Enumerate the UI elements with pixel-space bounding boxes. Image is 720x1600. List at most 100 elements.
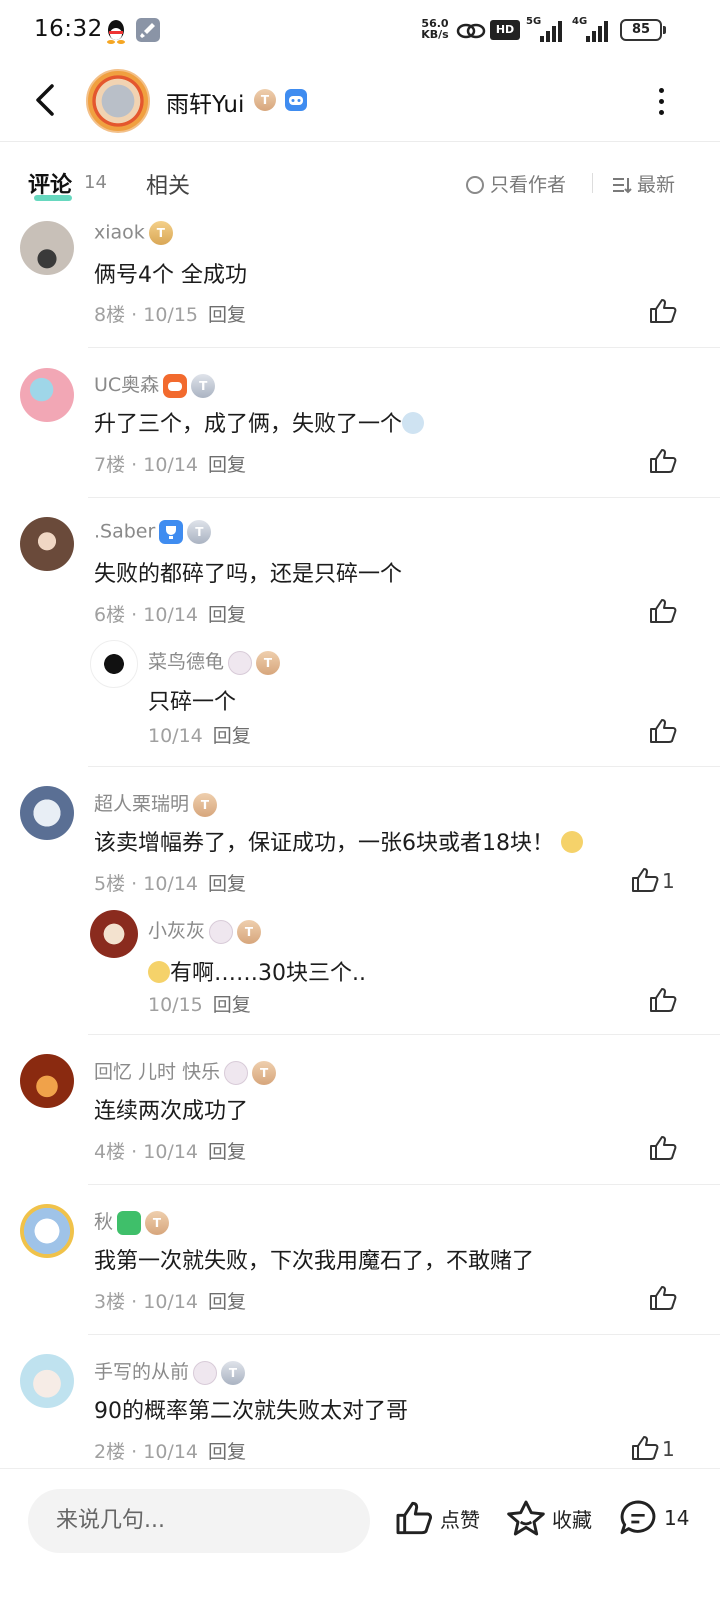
divider <box>88 347 720 348</box>
level-badge: T <box>145 1210 170 1235</box>
meta-separator: · <box>131 1291 138 1313</box>
reply-button[interactable]: 回复 <box>208 1441 246 1463</box>
reply-button[interactable]: 回复 <box>213 725 251 747</box>
reply-user-avatar[interactable] <box>90 910 138 958</box>
reply-date: 10/15 <box>148 994 203 1016</box>
reply-button[interactable]: 回复 <box>208 604 246 626</box>
post-header: 雨轩Yui T <box>0 62 720 142</box>
reply-date: 10/14 <box>148 725 203 747</box>
like-post-button[interactable]: 点赞 <box>394 1499 480 1537</box>
active-tab-indicator <box>34 195 72 201</box>
thumbs-up-icon[interactable] <box>648 1284 678 1312</box>
divider <box>88 1184 720 1185</box>
reply-button[interactable]: 回复 <box>208 873 246 895</box>
reply-meta: 10/15 回复 <box>148 990 251 1017</box>
cool-emoji-icon <box>561 831 583 853</box>
username-text: UC奥森 <box>94 374 160 396</box>
thumbs-up-icon[interactable] <box>648 986 678 1014</box>
comment-username[interactable]: .Saber T <box>94 520 212 544</box>
username-text: 菜鸟德龟 <box>148 651 225 673</box>
reply-username[interactable]: 菜鸟德龟 T <box>148 647 281 675</box>
level-badge: T <box>252 1060 277 1085</box>
level-badge: T <box>221 1360 246 1385</box>
floor-number: 5楼 <box>94 873 126 895</box>
reply-button[interactable]: 回复 <box>208 304 246 326</box>
bug-badge-icon <box>117 1210 142 1235</box>
reply-text: 只碎一个 <box>148 690 237 715</box>
reply-user-avatar[interactable] <box>90 640 138 688</box>
thumbs-up-icon[interactable] <box>648 717 678 745</box>
tab-related[interactable]: 相关 <box>146 168 190 200</box>
sort-icon <box>613 178 632 194</box>
user-avatar[interactable] <box>20 221 74 275</box>
back-arrow-icon[interactable] <box>26 80 66 120</box>
level-badge: T <box>191 373 216 398</box>
thumbs-up-icon[interactable] <box>648 1134 678 1162</box>
user-avatar[interactable] <box>20 1054 74 1108</box>
comment-username[interactable]: xiaok T <box>94 221 173 245</box>
bottom-action-bar: 来说几句... 点赞 收藏 14 <box>0 1468 720 1600</box>
thumbs-up-icon[interactable] <box>648 597 678 625</box>
comment-meta: 7楼 · 10/14 回复 <box>94 450 246 477</box>
anime-avatar-badge-icon <box>209 919 234 944</box>
level-badge: T <box>256 650 281 675</box>
net-speed-unit: KB/s <box>421 28 449 41</box>
meta-separator: · <box>131 873 138 895</box>
reply-button[interactable]: 回复 <box>208 1291 246 1313</box>
reply-username[interactable]: 小灰灰 T <box>148 916 262 944</box>
star-icon <box>507 1500 545 1536</box>
comment-username[interactable]: 超人栗瑞明 T <box>94 789 218 817</box>
level-badge: T <box>237 919 262 944</box>
author-name[interactable]: 雨轩Yui <box>166 85 244 119</box>
divider <box>88 1034 720 1035</box>
comment-text: 该卖增幅券了，保证成功，一张6块或者18块！ <box>94 825 583 857</box>
like-label: 点赞 <box>440 1507 480 1532</box>
reply-meta: 10/14 回复 <box>148 721 251 748</box>
reply-text-content: 有啊……30块三个.. <box>170 961 366 986</box>
user-avatar[interactable] <box>20 786 74 840</box>
user-avatar[interactable] <box>20 517 74 571</box>
level-badge: T <box>193 792 218 817</box>
thumbs-up-icon <box>396 1501 432 1535</box>
floor-number: 3楼 <box>94 1291 126 1313</box>
reply-button[interactable]: 回复 <box>208 454 246 476</box>
thumbs-up-icon[interactable] <box>630 1434 660 1462</box>
thumbs-up-icon[interactable] <box>648 297 678 325</box>
anime-avatar-badge-icon <box>193 1360 218 1385</box>
username-text: .Saber <box>94 520 156 543</box>
thumbs-up-icon[interactable] <box>630 866 660 894</box>
author-only-toggle[interactable]: 只看作者 <box>466 170 566 197</box>
like-count: 1 <box>662 869 675 893</box>
comments-button[interactable]: 14 <box>618 1499 689 1537</box>
user-avatar[interactable] <box>20 1354 74 1408</box>
sort-latest-button[interactable]: 最新 <box>612 170 675 197</box>
floor-number: 6楼 <box>94 604 126 626</box>
user-avatar[interactable] <box>20 1204 74 1258</box>
comment-meta: 2楼 · 10/14 回复 <box>94 1437 246 1464</box>
filter-divider <box>592 173 593 193</box>
author-avatar[interactable] <box>86 69 150 133</box>
favorite-button[interactable]: 收藏 <box>506 1499 592 1537</box>
comment-username[interactable]: UC奥森 T <box>94 370 216 398</box>
comment-text: 连续两次成功了 <box>94 1099 249 1124</box>
comment-username[interactable]: 手写的从前 T <box>94 1357 246 1385</box>
author-only-label: 只看作者 <box>490 174 567 196</box>
comment-username[interactable]: 回忆 儿时 快乐 T <box>94 1057 277 1085</box>
comment-meta: 5楼 · 10/14 回复 <box>94 869 246 896</box>
comment-text-content: 升了三个，成了俩，失败了一个 <box>94 412 403 437</box>
anime-avatar-badge-icon <box>224 1060 249 1085</box>
comment-text: 升了三个，成了俩，失败了一个 <box>94 406 425 438</box>
favorite-label: 收藏 <box>552 1507 592 1532</box>
comment-date: 10/14 <box>143 1441 198 1463</box>
username-text: xiaok <box>94 221 145 244</box>
floor-number: 8楼 <box>94 304 126 326</box>
more-menu-icon[interactable] <box>648 82 674 122</box>
reply-button[interactable]: 回复 <box>213 994 251 1016</box>
user-avatar[interactable] <box>20 368 74 422</box>
meta-separator: · <box>131 604 138 626</box>
reply-button[interactable]: 回复 <box>208 1141 246 1163</box>
comment-username[interactable]: 秋T <box>94 1207 170 1235</box>
floor-number: 7楼 <box>94 454 126 476</box>
thumbs-up-icon[interactable] <box>648 447 678 475</box>
comment-input[interactable]: 来说几句... <box>28 1489 370 1553</box>
